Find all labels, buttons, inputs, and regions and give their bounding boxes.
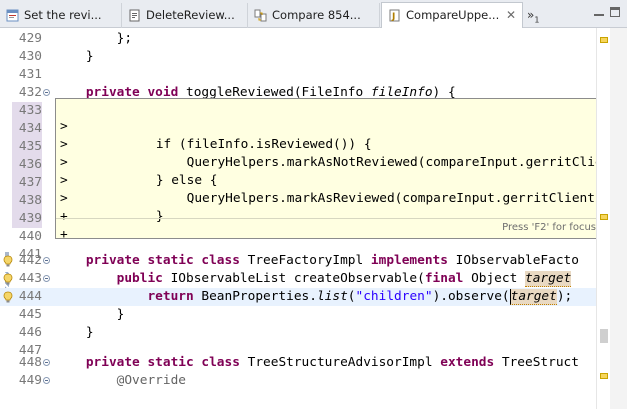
- code-line: 449 @Override: [0, 372, 596, 390]
- code-line: 429 };: [0, 30, 596, 48]
- line-number: 429: [18, 31, 42, 46]
- minimize-button[interactable]: [594, 7, 604, 16]
- code-editor[interactable]: 429 }; 430 } 431 432 private void toggle…: [0, 28, 627, 409]
- warning-marker[interactable]: [600, 37, 608, 43]
- code-line: 448 private static class TreeStructureAd…: [0, 354, 596, 372]
- code-line: 442 private static class TreeFactoryImpl…: [0, 252, 596, 270]
- line-number: 432: [18, 85, 42, 100]
- compare-icon: [254, 9, 267, 22]
- line-number: 435: [12, 138, 42, 156]
- line-number: 448: [18, 355, 42, 370]
- tab-compare-854[interactable]: Compare 854...: [248, 3, 380, 28]
- line-number: 446: [18, 325, 42, 340]
- popup-line: > QueryHelpers.markAsNotReviewed(compare…: [56, 118, 598, 170]
- code-text: private static class TreeFactoryImpl imp…: [85, 253, 579, 268]
- line-number: 431: [18, 67, 42, 82]
- maximize-button[interactable]: [610, 7, 620, 17]
- line-number: 437: [12, 174, 42, 192]
- line-number: 440: [18, 229, 42, 244]
- svg-text:J: J: [391, 12, 395, 22]
- popup-line: +: [56, 190, 596, 224]
- line-number: 445: [18, 307, 42, 322]
- java-file-icon: J: [389, 9, 400, 22]
- code-line: 431: [0, 66, 596, 84]
- tab-label: DeleteReview...: [146, 8, 235, 22]
- code-text: };: [55, 31, 133, 46]
- code-line: 446 }: [0, 324, 596, 342]
- code-line: 445 }: [0, 306, 596, 324]
- tab-label: Set the revi...: [24, 8, 102, 22]
- vertical-scrollbar[interactable]: [610, 28, 627, 409]
- editor-tab-bar: Set the revi... DeleteReview... Compare …: [0, 0, 627, 29]
- line-number: 436: [12, 156, 42, 174]
- popup-line: > }: [56, 172, 596, 224]
- fold-toggle-icon[interactable]: [43, 275, 50, 282]
- line-number: 439: [12, 210, 42, 228]
- code-text: }: [55, 49, 94, 64]
- close-tab-icon[interactable]: ✕: [506, 3, 516, 27]
- popup-line: > if (fileInfo.isReviewed()) {: [56, 100, 596, 152]
- visible-range-marker: [600, 329, 608, 343]
- code-text: private static class TreeStructureAdviso…: [85, 355, 579, 370]
- tab-delete-review[interactable]: DeleteReview...: [122, 3, 248, 28]
- warning-marker[interactable]: [600, 214, 608, 220]
- warning-marker[interactable]: [600, 373, 608, 379]
- web-page-icon: [6, 9, 19, 22]
- line-number: 443: [18, 271, 42, 286]
- code-line: 443 public IObservableList createObserva…: [0, 270, 596, 288]
- line-number: 430: [18, 49, 42, 64]
- code-text: }: [55, 307, 125, 322]
- line-number: 438: [12, 192, 42, 210]
- fold-toggle-icon[interactable]: [43, 359, 50, 366]
- tab-label: Compare 854...: [272, 8, 361, 22]
- code-text: @Override: [116, 373, 186, 388]
- popup-line: > } else {: [56, 136, 596, 188]
- line-number: 449: [18, 373, 42, 388]
- line-number: 433: [12, 102, 42, 120]
- fold-toggle-icon[interactable]: [43, 377, 50, 384]
- tab-compare-upper[interactable]: J CompareUppe... ✕: [381, 2, 523, 29]
- code-text: }: [55, 325, 94, 340]
- code-line-current: 444 return BeanProperties.list("children…: [0, 288, 596, 306]
- line-number: 444: [18, 289, 42, 304]
- quick-diff-hover-popup[interactable]: > if (fileInfo.isReviewed()) { > QueryHe…: [55, 98, 599, 239]
- line-number: 434: [12, 120, 42, 138]
- popup-line: > QueryHelpers.markAsReviewed(compareInp…: [56, 154, 598, 206]
- fold-toggle-icon[interactable]: [43, 257, 50, 264]
- tab-label: CompareUppe...: [406, 8, 500, 22]
- popup-status-hint: Press 'F2' for focus: [56, 218, 598, 238]
- fold-toggle-icon[interactable]: [43, 89, 50, 96]
- code-text: return BeanProperties.list("children").o…: [147, 289, 573, 305]
- overview-ruler[interactable]: [596, 28, 610, 409]
- text-cursor: target: [509, 289, 557, 305]
- tab-set-the-review[interactable]: Set the revi...: [0, 3, 122, 28]
- overflow-count: 1: [534, 15, 540, 25]
- line-number: 442: [18, 253, 42, 268]
- code-text: public IObservableList createObservable(…: [116, 271, 572, 287]
- editor-page-icon: [129, 9, 140, 22]
- code-line: 430 }: [0, 48, 596, 66]
